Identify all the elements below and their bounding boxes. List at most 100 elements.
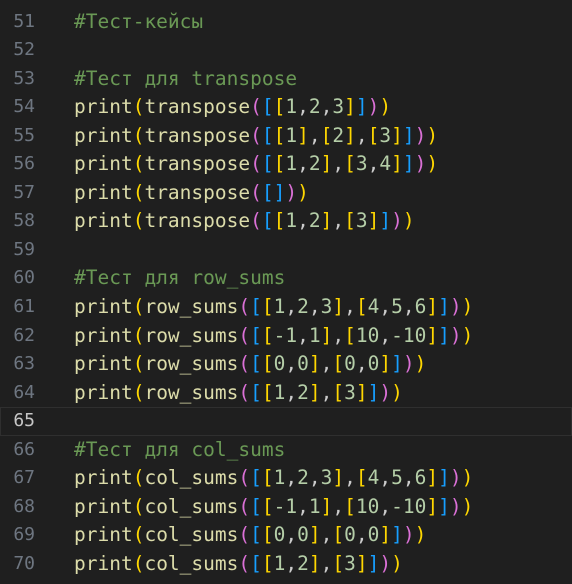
- punctuation: ,: [297, 209, 309, 233]
- code-editor[interactable]: 51 #Тест-кейсы 52 53 #Тест для transpose 54 pr…: [0, 0, 572, 584]
- punctuation: ,: [297, 152, 309, 176]
- punctuation: ,: [320, 551, 333, 575]
- close-bracket: ]: [426, 466, 439, 490]
- code-line[interactable]: 58 print(transpose([[1,2],[3]])): [0, 207, 572, 236]
- code-line[interactable]: 64 print(row_sums([[1,2],[3]])): [0, 379, 572, 408]
- open-bracket: [: [261, 466, 274, 490]
- number-literal: 0: [344, 523, 356, 547]
- function-name: col_sums: [144, 551, 239, 575]
- code-line[interactable]: 52: [0, 36, 572, 65]
- code-line[interactable]: 57 print(transpose([])): [0, 179, 572, 208]
- code-line[interactable]: 68 print(col_sums([[-1,1],[10,-10]])): [0, 493, 572, 522]
- comment-text: #Тест для col_sums: [74, 437, 286, 461]
- line-number: 68: [13, 495, 35, 517]
- code-line[interactable]: 59: [0, 236, 572, 265]
- code-line[interactable]: 56 print(transpose([[1,2],[3,4]])): [0, 150, 572, 179]
- close-bracket: ): [461, 295, 474, 318]
- function-name: row_sums: [144, 323, 239, 347]
- code-line[interactable]: 69 print(col_sums([[0,0],[0,0]])): [0, 521, 572, 550]
- code-line[interactable]: 63 print(row_sums([[0,0],[0,0]])): [0, 350, 572, 379]
- code-line[interactable]: 67 print(col_sums([[1,2,3],[4,5,6]])): [0, 464, 572, 493]
- close-bracket: ): [449, 295, 462, 318]
- code-line[interactable]: 51 #Тест-кейсы: [0, 8, 572, 37]
- function-name: transpose: [144, 180, 251, 204]
- close-bracket: ): [402, 352, 415, 376]
- function-name: transpose: [144, 95, 251, 119]
- open-bracket: [: [344, 323, 356, 347]
- open-bracket: (: [238, 352, 251, 376]
- line-code: print(transpose([[1,2],[3]])): [74, 207, 415, 236]
- number-literal: -1: [273, 494, 298, 518]
- number-literal: 6: [414, 466, 427, 490]
- close-bracket: ]: [402, 123, 415, 147]
- line-number: 65: [13, 410, 35, 432]
- open-bracket: [: [344, 494, 356, 518]
- close-bracket: ]: [344, 123, 356, 147]
- line-code: print(transpose([[1,2,3]])): [74, 93, 391, 122]
- number-literal: 2: [308, 152, 321, 176]
- code-line[interactable]: 66 #Тест для col_sums: [0, 436, 572, 465]
- open-bracket: (: [250, 180, 262, 204]
- function-name: print: [74, 380, 133, 404]
- function-name: transpose: [144, 152, 251, 176]
- open-bracket: [: [261, 523, 274, 547]
- close-bracket: ]: [297, 123, 309, 147]
- open-bracket: [: [273, 95, 286, 119]
- line-number: 62: [13, 324, 35, 346]
- close-bracket: ]: [426, 295, 439, 318]
- punctuation: ,: [320, 523, 333, 547]
- function-name: col_sums: [144, 523, 239, 547]
- line-code: print(transpose([[1],[2],[3]])): [74, 122, 438, 151]
- open-bracket: [: [344, 152, 356, 176]
- number-literal: 2: [308, 95, 321, 119]
- close-bracket: ]: [320, 209, 333, 233]
- number-literal: 2: [332, 123, 345, 147]
- code-line[interactable]: 61 print(row_sums([[1,2,3],[4,5,6]])): [0, 293, 572, 322]
- open-bracket: [: [250, 380, 262, 404]
- number-literal: 5: [391, 466, 403, 490]
- function-name: row_sums: [144, 380, 239, 404]
- close-bracket: ): [449, 323, 462, 347]
- comment-text: #Тест для row_sums: [74, 266, 286, 290]
- close-bracket: ]: [391, 352, 403, 376]
- punctuation: ,: [285, 466, 298, 490]
- punctuation: ,: [379, 494, 392, 518]
- open-bracket: (: [132, 551, 145, 575]
- number-literal: 10: [355, 494, 380, 518]
- code-line[interactable]: 53 #Тест для transpose: [0, 65, 572, 94]
- punctuation: ,: [367, 152, 380, 176]
- number-literal: -10: [391, 494, 427, 518]
- close-bracket: ): [414, 152, 427, 176]
- punctuation: ,: [332, 323, 345, 347]
- code-line[interactable]: 60 #Тест для row_sums: [0, 264, 572, 293]
- function-name: print: [74, 123, 133, 147]
- number-literal: 0: [297, 352, 309, 376]
- close-bracket: ): [461, 323, 474, 347]
- code-line[interactable]: 55 print(transpose([[1],[2],[3]])): [0, 122, 572, 151]
- close-bracket: ]: [344, 95, 356, 119]
- code-line[interactable]: 54 print(transpose([[1,2,3]])): [0, 93, 572, 122]
- close-bracket: ): [391, 380, 403, 404]
- open-bracket: [: [320, 123, 333, 147]
- open-bracket: [: [332, 352, 345, 376]
- open-bracket: (: [132, 494, 145, 518]
- open-bracket: [: [332, 523, 345, 547]
- open-bracket: [: [250, 295, 262, 318]
- close-bracket: ): [297, 180, 309, 204]
- open-bracket: [: [261, 352, 274, 376]
- close-bracket: ]: [308, 352, 321, 376]
- number-literal: 0: [344, 352, 356, 376]
- line-number: 51: [13, 10, 35, 32]
- punctuation: ,: [379, 466, 392, 490]
- line-code: print(row_sums([[-1,1],[10,-10]])): [74, 322, 473, 351]
- number-literal: 1: [273, 380, 286, 404]
- line-number: 66: [13, 438, 35, 460]
- number-literal: 1: [273, 466, 286, 490]
- function-name: print: [74, 95, 133, 119]
- code-line[interactable]: 70 print(col_sums([[1,2],[3]])): [0, 550, 572, 579]
- punctuation: ,: [332, 152, 345, 176]
- open-bracket: (: [238, 466, 251, 490]
- code-line[interactable]: 65: [0, 407, 572, 436]
- number-literal: 5: [391, 295, 403, 318]
- code-line[interactable]: 62 print(row_sums([[-1,1],[10,-10]])): [0, 322, 572, 351]
